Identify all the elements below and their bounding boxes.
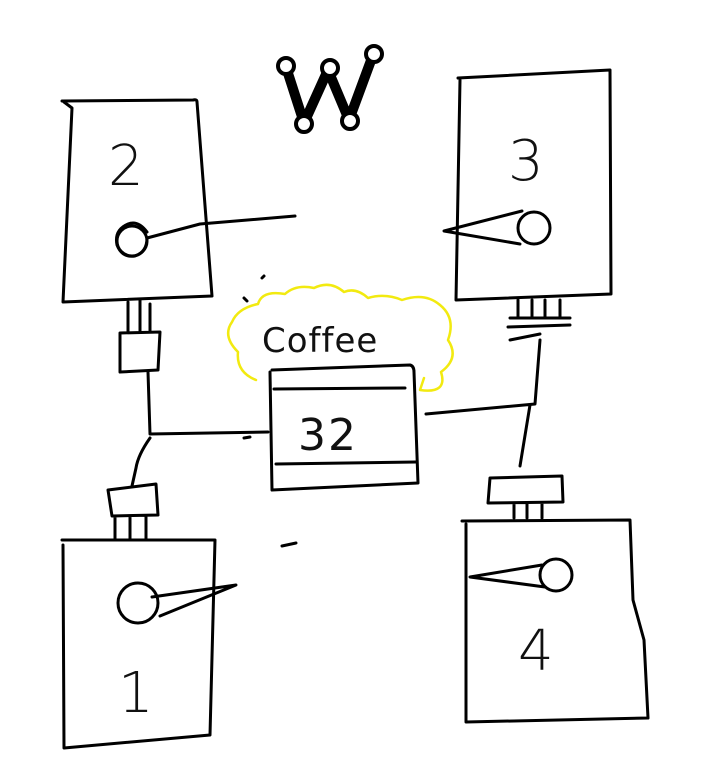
divider-top <box>272 386 407 391</box>
station-number: 2 <box>108 134 144 199</box>
station-number: 4 <box>518 619 554 684</box>
station-top-left: 2 <box>60 98 297 304</box>
divider-bottom <box>274 460 418 466</box>
keyhole-icon <box>468 563 547 589</box>
keyhole-icon <box>150 583 238 618</box>
connector-top-left <box>118 298 162 374</box>
connector-bottom-left <box>106 482 160 542</box>
station-bottom-left: 1 <box>60 538 238 750</box>
station-box <box>60 98 214 304</box>
station-box <box>460 518 650 724</box>
wire-right <box>424 338 542 468</box>
station-number: 3 <box>508 129 544 194</box>
coffee-diagram-canvas: 2 3 1 4 Coffee 32 <box>60 44 650 750</box>
station-number: 1 <box>118 661 154 726</box>
coffee-number: 32 <box>298 410 358 461</box>
connector-bottom-right <box>486 474 565 520</box>
coffee-label: Coffee <box>262 321 378 361</box>
connector-top-right <box>506 298 572 342</box>
w-logo-icon <box>276 44 384 134</box>
station-bottom-right: 4 <box>460 518 650 724</box>
station-top-right: 3 <box>442 68 613 302</box>
wire-left <box>130 370 270 488</box>
coffee-hub: Coffee 32 <box>226 283 454 492</box>
